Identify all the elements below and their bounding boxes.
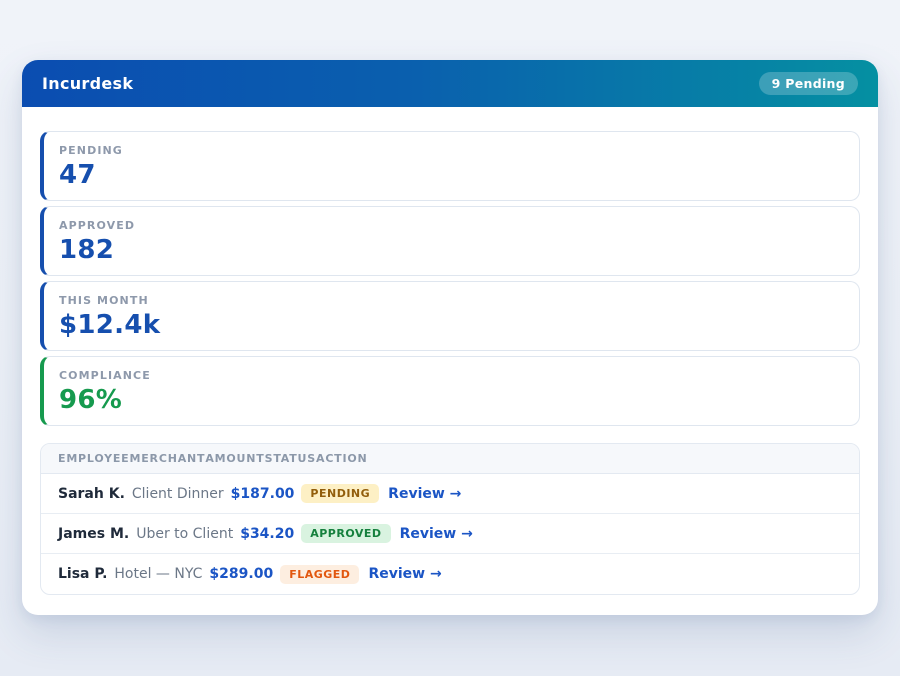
expense-amount: $187.00 [231, 486, 295, 502]
table-row: Lisa P. Hotel — NYC $289.00 FLAGGED Revi… [41, 554, 859, 594]
column-header-amount: AMOUNT [205, 452, 264, 465]
stat-label: COMPLIANCE [59, 369, 844, 382]
status-badge: FLAGGED [280, 565, 359, 584]
table-header-row: EMPLOYEEMERCHANTAMOUNTSTATUSACTION [41, 444, 859, 474]
app-header: Incurdesk 9 Pending [22, 60, 878, 107]
stat-card-this-month: THIS MONTH $12.4k [40, 281, 860, 351]
expense-table: EMPLOYEEMERCHANTAMOUNTSTATUSACTION Sarah… [40, 443, 860, 595]
app-card: Incurdesk 9 Pending PENDING 47 APPROVED … [22, 60, 878, 615]
review-link[interactable]: Review → [368, 566, 441, 582]
stat-value: 47 [59, 161, 844, 190]
merchant-name: Hotel — NYC [114, 566, 202, 582]
review-link[interactable]: Review → [388, 486, 461, 502]
stat-card-compliance: COMPLIANCE 96% [40, 356, 860, 426]
merchant-name: Client Dinner [132, 486, 224, 502]
stat-value: 96% [59, 386, 844, 415]
table-row: Sarah K. Client Dinner $187.00 PENDING R… [41, 474, 859, 514]
expense-amount: $34.20 [240, 526, 294, 542]
employee-name: Sarah K. [58, 486, 125, 502]
stat-label: APPROVED [59, 219, 844, 232]
stat-value: $12.4k [59, 311, 844, 340]
review-link[interactable]: Review → [400, 526, 473, 542]
column-header-employee: EMPLOYEE [58, 452, 130, 465]
app-title: Incurdesk [42, 74, 133, 93]
stat-label: PENDING [59, 144, 844, 157]
table-row: James M. Uber to Client $34.20 APPROVED … [41, 514, 859, 554]
merchant-name: Uber to Client [136, 526, 233, 542]
expense-amount: $289.00 [209, 566, 273, 582]
stat-value: 182 [59, 236, 844, 265]
column-header-action: ACTION [316, 452, 368, 465]
stat-card-pending: PENDING 47 [40, 131, 860, 201]
app-body: PENDING 47 APPROVED 182 THIS MONTH $12.4… [22, 107, 878, 615]
pending-count-badge: 9 Pending [759, 72, 858, 95]
stat-card-approved: APPROVED 182 [40, 206, 860, 276]
status-badge: APPROVED [301, 524, 390, 543]
column-header-status: STATUS [265, 452, 316, 465]
stat-label: THIS MONTH [59, 294, 844, 307]
column-header-merchant: MERCHANT [130, 452, 206, 465]
employee-name: Lisa P. [58, 566, 107, 582]
employee-name: James M. [58, 526, 129, 542]
status-badge: PENDING [301, 484, 379, 503]
